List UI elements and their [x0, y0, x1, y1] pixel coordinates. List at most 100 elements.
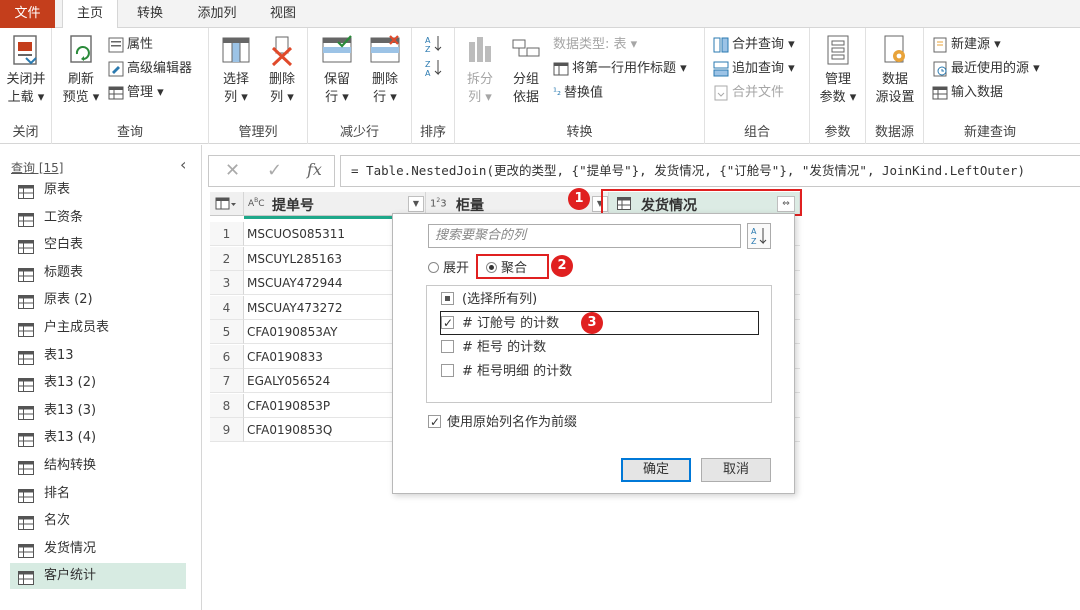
expand-column-popup: 搜索要聚合的列 AZ 展开 聚合 2 (选择所有列) # 订舱号 的计数 # 柜… [392, 213, 795, 494]
number-type-icon[interactable]: 123 [430, 197, 447, 209]
use-first-row-as-headers-button[interactable]: 将第一行用作标题 ▾ [553, 58, 687, 80]
query-item[interactable]: 发货情况 [10, 536, 186, 562]
data-source-settings-button[interactable]: 数据 源设置 [870, 34, 920, 107]
group-new-query: 新建源 ▾ 最近使用的源 ▾ 输入数据 新建查询 [924, 28, 1056, 144]
enter-data-button[interactable]: 输入数据 [932, 82, 1003, 104]
group-label-data-source: 数据源 [874, 125, 914, 140]
query-item[interactable]: 户主成员表 [10, 315, 186, 341]
group-by-icon [512, 39, 540, 57]
group-close: 关闭并 上载 ▾ 关闭 [0, 28, 52, 144]
merge-queries-button[interactable]: 合并查询 ▾ [713, 34, 795, 56]
group-reduce-rows: 保留 行 ▾ 删除 行 ▾ 减少行 [308, 28, 412, 144]
column-quality-bar [244, 216, 392, 219]
select-all-columns-checkbox[interactable]: (选择所有列) [441, 290, 537, 310]
remove-rows-button[interactable]: 删除 行 ▾ [362, 34, 408, 107]
tab-file[interactable]: 文件 [0, 0, 55, 28]
column-option-container-detail-count[interactable]: # 柜号明细 的计数 [441, 362, 572, 382]
table-corner[interactable] [210, 192, 244, 216]
query-item[interactable]: 表13 (4) [10, 425, 186, 451]
commit-formula-icon[interactable]: ✓ [267, 160, 282, 181]
row-number[interactable]: 7 [210, 369, 244, 393]
annotation-badge-1: 1 [568, 188, 590, 210]
query-item-label: 发货情况 [44, 540, 97, 556]
new-source-button[interactable]: 新建源 ▾ [932, 34, 1001, 56]
manage-button[interactable]: 管理 ▾ [108, 82, 164, 104]
query-item[interactable]: 表13 (3) [10, 398, 186, 424]
table-icon [18, 267, 34, 282]
query-item[interactable]: 结构转换 [10, 453, 186, 479]
row-number[interactable]: 9 [210, 418, 244, 442]
enter-data-icon [932, 86, 948, 99]
query-item-label: 工资条 [44, 209, 84, 225]
tab-add-column[interactable]: 添加列 [185, 0, 249, 28]
remove-rows-label-2: 行 ▾ [373, 90, 397, 105]
query-item[interactable]: 工资条 [10, 205, 186, 231]
select-all-label: (选择所有列) [462, 292, 538, 307]
select-all-checkbox-box [441, 292, 454, 305]
query-item[interactable]: 标题表 [10, 260, 186, 286]
query-item-label: 标题表 [44, 264, 84, 280]
row-number[interactable]: 6 [210, 344, 244, 369]
query-item[interactable]: 表13 [10, 343, 186, 369]
data-source-settings-label-2: 源设置 [875, 90, 915, 105]
query-item-label: 空白表 [44, 237, 84, 253]
tab-view[interactable]: 视图 [258, 0, 308, 28]
properties-button[interactable]: 属性 [108, 34, 153, 56]
row-number[interactable]: 5 [210, 320, 244, 344]
query-item[interactable]: 名次 [10, 508, 186, 534]
group-by-button[interactable]: 分组 依据 [503, 34, 549, 107]
query-item-label: 名次 [44, 513, 71, 529]
tab-home[interactable]: 主页 [62, 0, 118, 29]
keep-rows-button[interactable]: 保留 行 ▾ [314, 34, 360, 107]
sort-descending-icon[interactable]: ZA [424, 58, 444, 78]
use-prefix-checkbox-box [428, 412, 441, 432]
search-columns-input[interactable]: 搜索要聚合的列 [428, 224, 741, 248]
group-label-combine: 组合 [743, 125, 770, 140]
recent-sources-button[interactable]: 最近使用的源 ▾ [932, 58, 1040, 80]
row-number[interactable]: 8 [210, 393, 244, 418]
query-item[interactable]: 原表 [10, 177, 186, 203]
refresh-preview-button[interactable]: 刷新 预览 ▾ [58, 34, 104, 107]
tab-transform[interactable]: 转换 [125, 0, 175, 28]
column-filter-dropdown-bill[interactable]: ▼ [408, 196, 424, 212]
svg-text:Z: Z [425, 60, 431, 69]
row-number[interactable]: 4 [210, 295, 244, 320]
append-queries-button[interactable]: 追加查询 ▾ [713, 58, 795, 80]
row-number[interactable]: 1 [210, 222, 244, 246]
choose-columns-button[interactable]: 选择 列 ▾ [213, 34, 259, 107]
expand-radio[interactable]: 展开 [428, 260, 469, 278]
advanced-editor-button[interactable]: 高级编辑器 [108, 58, 192, 80]
cancel-formula-icon[interactable]: ✕ [225, 160, 240, 181]
query-item[interactable]: 表13 (2) [10, 370, 186, 396]
column-option-container-count[interactable]: # 柜号 的计数 [441, 338, 546, 358]
row-number[interactable]: 3 [210, 271, 244, 295]
row-number[interactable]: 2 [210, 246, 244, 271]
fx-icon[interactable]: fx [307, 160, 322, 179]
group-label-new-query: 新建查询 [963, 125, 1016, 140]
text-type-icon[interactable]: ABC [248, 197, 265, 209]
remove-columns-button[interactable]: 删除 列 ▾ [259, 34, 305, 107]
data-type-dropdown[interactable]: 数据类型: 表 ▾ [553, 34, 637, 56]
keep-rows-label-2: 行 ▾ [325, 90, 349, 105]
table-icon [18, 461, 34, 475]
close-and-load-button[interactable]: 关闭并 上载 ▾ [2, 34, 50, 107]
choose-columns-label-1: 选择 [222, 72, 249, 87]
query-item[interactable]: 空白表 [10, 232, 186, 258]
ok-button[interactable]: 确定 [621, 458, 691, 482]
manage-label: 管理 ▾ [127, 85, 164, 100]
formula-input[interactable]: = Table.NestedJoin(更改的类型, {"提单号"}, 发货情况,… [340, 155, 1080, 187]
split-column-button[interactable]: 拆分 列 ▾ [457, 34, 503, 107]
combine-files-button[interactable]: 合并文件 [713, 82, 784, 104]
sort-ascending-icon[interactable]: AZ [424, 34, 444, 54]
query-item[interactable]: 客户统计 [10, 563, 186, 590]
query-item[interactable]: 原表 (2) [10, 287, 186, 313]
group-parameters: 管理 参数 ▾ 参数 [810, 28, 866, 144]
group-data-source: 数据 源设置 数据源 [866, 28, 924, 144]
collapse-pane-icon[interactable]: ‹ [180, 155, 186, 174]
cancel-button[interactable]: 取消 [701, 458, 771, 482]
use-prefix-checkbox[interactable]: 使用原始列名作为前缀 [428, 412, 577, 433]
sort-columns-button[interactable]: AZ [747, 223, 771, 249]
query-item[interactable]: 排名 [10, 481, 186, 507]
manage-parameters-button[interactable]: 管理 参数 ▾ [814, 34, 862, 107]
replace-values-button[interactable]: ¹₂ 替换值 [553, 82, 603, 104]
